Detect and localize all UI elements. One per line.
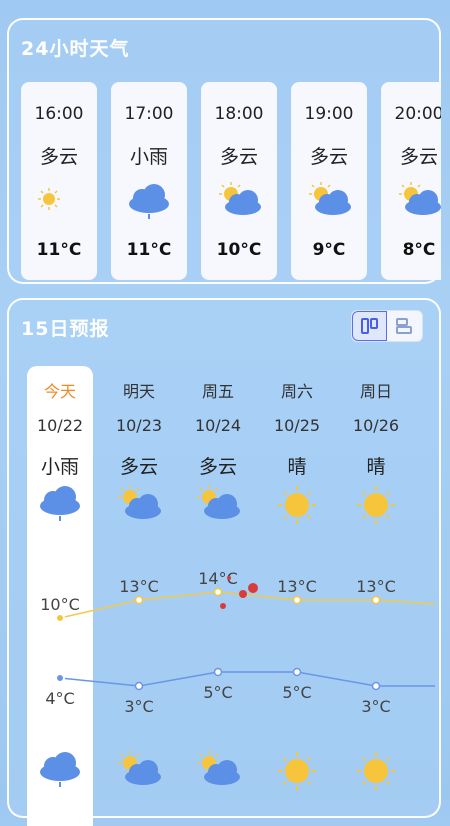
low-temp-point [371, 681, 381, 691]
rain-cloud-icon [40, 752, 80, 787]
hour-card[interactable]: 18:00 多云 10°C [201, 82, 277, 280]
low-temp-point [134, 681, 144, 691]
low-temp-label: 5°C [203, 683, 232, 702]
high-temp-label: 13°C [277, 577, 317, 596]
columns-view-icon [361, 318, 378, 334]
sun-icon [38, 188, 60, 210]
day-date: 10/23 [115, 416, 163, 435]
partly-cloudy-icon [219, 182, 261, 215]
day-condition: 晴 [366, 456, 386, 478]
low-temp-label: 5°C [282, 683, 311, 702]
high-temp-label: 13°C [356, 577, 396, 596]
high-temp-point [55, 613, 65, 623]
day-condition: 多云 [119, 456, 158, 478]
hour-card[interactable]: 17:00 小雨 11°C [111, 82, 187, 280]
hour-temp: 11°C [126, 240, 172, 260]
hour-card[interactable]: 19:00 多云 9°C [291, 82, 367, 280]
hour-temp: 11°C [36, 240, 82, 260]
partly-cloudy-icon [399, 182, 441, 215]
partly-cloudy-icon [197, 485, 240, 519]
low-temp-point [292, 667, 302, 677]
low-temp-label: 4°C [45, 689, 74, 708]
day-date: 10/26 [352, 416, 400, 435]
day-name: 今天 [43, 382, 76, 401]
day-name: 周六 [280, 382, 313, 401]
view-toggle[interactable] [351, 310, 423, 342]
day-name: 周日 [359, 382, 392, 401]
sun-icon [357, 752, 395, 790]
high-temp-label: 13°C [119, 577, 159, 596]
sun-icon [278, 752, 316, 790]
hour-condition: 小雨 [129, 146, 168, 168]
high-temp-label: 14°C [198, 570, 238, 588]
hour-time: 20:00 [394, 104, 442, 124]
hourly-title: 24小时天气 [21, 38, 130, 60]
sun-icon [278, 486, 316, 524]
hour-card[interactable]: 20:00 多云 8°C [381, 82, 441, 280]
low-temp-label: 3°C [361, 697, 390, 716]
day-condition: 多云 [198, 456, 237, 478]
daily-forecast-card: 15日预报 今天 10/22 小雨 明天 10/23 多云 周五 10/24 多… [7, 298, 441, 826]
high-temp-label: 10°C [40, 595, 80, 614]
hour-condition: 多云 [309, 146, 348, 168]
high-temp-point [213, 587, 223, 597]
hour-time: 18:00 [214, 104, 264, 124]
partly-cloudy-icon [118, 485, 161, 519]
high-temp-point [134, 595, 144, 605]
day-date: 10/22 [36, 416, 84, 435]
day-condition: 小雨 [40, 456, 79, 478]
rain-cloud-icon [129, 184, 169, 219]
hour-temp: 10°C [216, 240, 262, 260]
sun-icon [357, 486, 395, 524]
partly-cloudy-icon [309, 182, 351, 215]
hour-temp: 8°C [402, 240, 436, 260]
day-name: 明天 [122, 382, 155, 401]
hourly-strip[interactable]: 16:00 多云 11°C 17:00 小雨 11°C 18:00 多云 10°… [21, 82, 441, 282]
hour-temp: 9°C [312, 240, 346, 260]
list-view-icon [396, 318, 412, 334]
hour-condition: 多云 [39, 146, 78, 168]
rain-cloud-icon [40, 486, 80, 521]
day-date: 10/25 [273, 416, 321, 435]
hour-condition: 多云 [399, 146, 438, 168]
low-temp-point [55, 673, 65, 683]
high-temp-point [292, 595, 302, 605]
day-name: 周五 [201, 382, 234, 401]
day-condition: 晴 [287, 456, 307, 478]
hour-condition: 多云 [219, 146, 258, 168]
temperature-chart: 10°C 13°C 14°C 13°C 13°C 4°C 3°C 5°C 5°C… [40, 570, 436, 716]
hourly-forecast-card: 24小时天气 16:00 多云 11°C 17:00 小雨 11°C 18:00… [7, 18, 441, 284]
daily-title: 15日预报 [21, 318, 110, 340]
toggle-list-button[interactable] [387, 311, 422, 341]
partly-cloudy-icon [118, 751, 161, 785]
hour-time: 16:00 [34, 104, 84, 124]
hour-time: 17:00 [124, 104, 174, 124]
high-temp-point [371, 595, 381, 605]
low-temp-label: 3°C [124, 697, 153, 716]
hour-time: 19:00 [304, 104, 354, 124]
partly-cloudy-icon [197, 751, 240, 785]
toggle-columns-button[interactable] [352, 311, 387, 341]
day-date: 10/24 [194, 416, 242, 435]
low-temp-point [213, 667, 223, 677]
hour-card[interactable]: 16:00 多云 11°C [21, 82, 97, 280]
